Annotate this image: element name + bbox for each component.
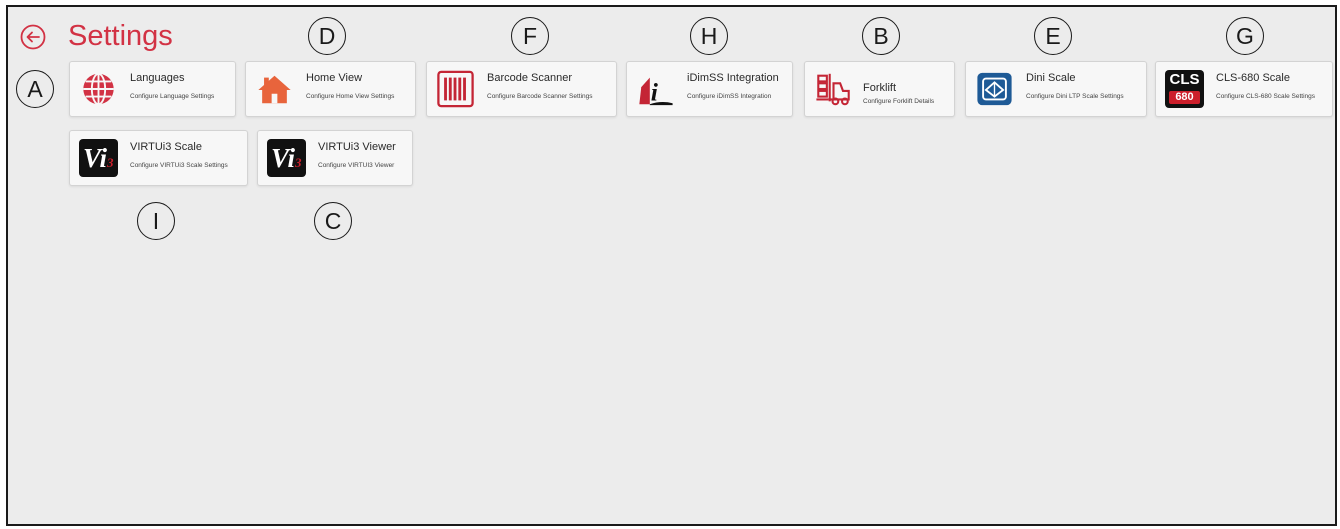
idimss-icon: i [639,77,673,106]
tile-description: Configure Home View Settings [306,93,395,100]
virtui3-scale-tile[interactable]: Vi 3 VIRTUi3 Scale Configure VIRTUi3 Sca… [69,130,248,186]
tile-description: Configure Language Settings [130,93,215,100]
tile-description: Configure CLS-680 Scale Settings [1216,93,1316,100]
tile-name: CLS-680 Scale [1216,72,1290,84]
callout-d: D [308,17,346,55]
tile-name: iDimSS Integration [687,72,779,84]
globe-icon [83,72,114,106]
tile-description: Configure VIRTUi3 Scale Settings [130,162,228,169]
dini-scale-tile[interactable]: Dini Scale Configure Dini LTP Scale Sett… [965,61,1147,117]
callout-i: I [137,202,175,240]
dini-scale-icon [977,72,1012,106]
callout-e: E [1034,17,1072,55]
page-title: Settings [68,20,173,52]
tile-name: Languages [130,72,185,84]
forklift-icon [816,73,850,106]
settings-window: Settings Languages Configure Language Se… [6,5,1337,526]
cls680-scale-tile[interactable]: CLS 680 CLS-680 Scale Configure CLS-680 … [1155,61,1333,117]
tile-name: VIRTUi3 Viewer [318,141,396,153]
virtui3-badge: Vi 3 [79,139,118,177]
tile-name: Barcode Scanner [487,72,572,84]
tile-description: Configure Forklift Details [863,98,935,105]
tile-name: Home View [306,72,363,84]
callout-h: H [690,17,728,55]
callout-a: A [16,70,54,108]
cls680-icon-bottom: 680 [1169,91,1200,104]
barcode-scanner-tile[interactable]: Barcode Scanner Configure Barcode Scanne… [426,61,617,117]
languages-tile[interactable]: Languages Configure Language Settings [69,61,236,117]
tile-description: Configure Barcode Scanner Settings [487,93,593,100]
virtui3-icon: Vi 3 [79,139,118,177]
virtui3-icon: Vi 3 [267,139,306,177]
tile-name: Forklift [863,82,896,94]
cls680-icon-top: CLS [1169,71,1200,88]
back-arrow-icon[interactable] [20,24,46,50]
virtui3-badge-sub: 3 [107,155,114,170]
tile-description: Configure iDimSS Integration [687,93,772,100]
callout-f: F [511,17,549,55]
tile-name: Dini Scale [1026,72,1076,84]
callout-b: B [862,17,900,55]
home-view-tile[interactable]: Home View Configure Home View Settings [245,61,416,117]
idimss-integration-tile[interactable]: i iDimSS Integration Configure iDimSS In… [626,61,793,117]
cls680-icon: CLS 680 [1165,70,1204,108]
tile-name: VIRTUi3 Scale [130,141,202,153]
callout-c: C [314,202,352,240]
home-icon [258,75,291,104]
tile-description: Configure VIRTUI3 Viewer [318,162,395,169]
virtui3-viewer-tile[interactable]: Vi 3 VIRTUi3 Viewer Configure VIRTUI3 Vi… [257,130,413,186]
virtui3-badge: Vi 3 [267,139,306,177]
tile-description: Configure Dini LTP Scale Settings [1026,93,1124,100]
svg-text:i: i [651,77,659,106]
forklift-tile[interactable]: Forklift Configure Forklift Details [804,61,955,117]
virtui3-badge-sub: 3 [295,155,302,170]
callout-g: G [1226,17,1264,55]
barcode-icon [437,70,474,108]
